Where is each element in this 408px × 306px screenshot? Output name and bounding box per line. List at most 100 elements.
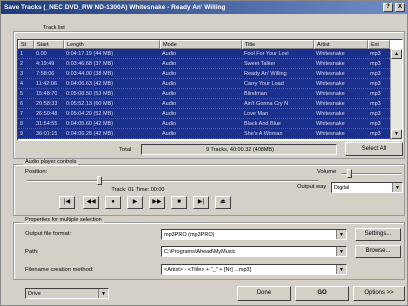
track-number: 5	[20, 91, 24, 97]
track-row[interactable]: 5 15:48:70 0:05:08.50 (53 MB) Audio Blindman…	[18, 89, 390, 99]
record-icon: ●	[111, 199, 115, 205]
track-row[interactable]: 9 36:01:15 0:04:06.28 (42 MB) Audio She's A …	[18, 129, 390, 139]
column-header-start[interactable]: Start	[34, 40, 64, 49]
track-artist: Whitesnake	[316, 111, 345, 117]
track-row[interactable]: 1 0.00 0:04:17.19 (44 MB) Audio Fool For You…	[18, 49, 390, 59]
column-header-length[interactable]: Length	[64, 40, 160, 49]
volume-slider-thumb[interactable]	[347, 169, 352, 178]
done-button[interactable]: Done	[237, 286, 291, 301]
chevron-down-icon[interactable]: ▼	[98, 289, 108, 298]
last-track-button[interactable]: ▶|	[193, 196, 209, 209]
path-value: C:\Programs\Ahead\MyMusic	[164, 249, 236, 255]
stop-icon: ■	[177, 199, 181, 205]
track-row[interactable]: 8 31:54:55 0:04:05.60 (42 MB) Audio Black An…	[18, 119, 390, 129]
track-row[interactable]: 4 11:42:06 0:04:06.63 (42 MB) Audio Carry Yo…	[18, 79, 390, 89]
track-length: 0:04:06.63 (42 MB)	[66, 81, 114, 87]
track-list[interactable]: St Start Length Mode Title Artist Ext 1 0…	[17, 39, 403, 141]
output-way-label: Output way	[297, 184, 327, 190]
track-ext: mp3	[370, 131, 381, 137]
track-number: 9	[20, 131, 24, 137]
track-mode: Audio	[162, 131, 177, 137]
filename-method-select[interactable]: <Artist> - <Title> + "_" + [Nr] ...mp3] …	[161, 264, 347, 275]
track-title: Sweet Talker	[244, 61, 276, 67]
track-number: 1	[20, 51, 24, 57]
column-header-artist[interactable]: Artist	[314, 40, 368, 49]
track-artist: Whitesnake	[316, 91, 345, 97]
track-row[interactable]: 3 7:58:06 0:03:44.00 (38 MB) Audio Ready An'…	[18, 69, 390, 79]
chevron-down-icon[interactable]: ▼	[336, 247, 346, 256]
track-title: She's A Woman	[244, 131, 283, 137]
close-button[interactable]: X	[395, 3, 405, 12]
scroll-down-button[interactable]: ▼	[391, 129, 402, 139]
filename-method-label: Filename creation method:	[25, 267, 94, 273]
track-mode: Audio	[162, 61, 177, 67]
track-number: 3	[20, 71, 24, 77]
track-mode: Audio	[162, 101, 177, 107]
player-group-label: Audio player controls	[23, 159, 79, 165]
fast-forward-button[interactable]: ▶▶	[149, 196, 165, 209]
rewind-button[interactable]: ◀◀	[83, 196, 99, 209]
vertical-scrollbar[interactable]: ▲ ▼	[390, 49, 402, 140]
track-time-display: Track: 01 Time: 00:00	[27, 185, 247, 195]
track-length: 0:05:52.13 (60 MB)	[66, 101, 114, 107]
track-ext: mp3	[370, 61, 381, 67]
chevron-down-icon[interactable]: ▼	[392, 183, 402, 192]
track-start: 20:58:33	[36, 101, 58, 107]
browse-button[interactable]: Browse...	[355, 245, 401, 258]
track-mode: Audio	[162, 71, 177, 77]
position-label: Position:	[25, 169, 48, 175]
column-header-number[interactable]: St	[18, 40, 34, 49]
track-title: Black And Blue	[244, 121, 281, 127]
track-number: 6	[20, 101, 24, 107]
column-header-ext[interactable]: Ext	[368, 40, 390, 49]
track-mode: Audio	[162, 121, 177, 127]
path-label: Path:	[25, 249, 39, 255]
track-artist: Whitesnake	[316, 101, 345, 107]
output-way-select[interactable]: Digital ▼	[331, 182, 403, 193]
output-format-select[interactable]: mp3PRO (mp3PRO) ▼	[161, 229, 347, 240]
track-number: 7	[20, 111, 24, 117]
select-all-button[interactable]: Select All	[345, 142, 403, 156]
column-header-title[interactable]: Title	[242, 40, 314, 49]
scroll-up-button[interactable]: ▲	[391, 49, 402, 59]
chevron-down-icon[interactable]: ▼	[336, 265, 346, 274]
path-select[interactable]: C:\Programs\Ahead\MyMusic ▼	[161, 246, 347, 257]
track-artist: Whitesnake	[316, 51, 345, 57]
track-title: Love Man	[244, 111, 269, 117]
track-start: 11:42:06	[36, 81, 58, 87]
settings-button[interactable]: Settings...	[355, 228, 401, 241]
options-button[interactable]: Options >>	[353, 286, 405, 301]
track-mode: Audio	[162, 111, 177, 117]
track-start: 31:54:55	[36, 121, 58, 127]
help-icon: ?	[386, 4, 390, 10]
position-track[interactable]	[27, 180, 319, 182]
track-row[interactable]: 6 20:58:33 0:05:52.13 (60 MB) Audio Ain't Go…	[18, 99, 390, 109]
drive-select[interactable]: Drive ▼	[25, 288, 109, 299]
track-start: 7:58:06	[36, 71, 55, 77]
track-mode: Audio	[162, 81, 177, 87]
track-start: 0.00	[36, 51, 47, 57]
eject-button[interactable]: ⏏	[215, 196, 231, 209]
record-button[interactable]: ●	[105, 196, 121, 209]
track-title: Ready An' Willing	[244, 71, 287, 77]
skip-end-icon: ▶|	[197, 199, 205, 205]
total-value: 9 Tracks, 40:00.32 (408MB)	[141, 144, 337, 155]
first-track-button[interactable]: |◀	[59, 196, 75, 209]
stop-button[interactable]: ■	[171, 196, 187, 209]
play-button[interactable]: ▶	[127, 196, 143, 209]
track-artist: Whitesnake	[316, 121, 345, 127]
position-slider-thumb[interactable]	[97, 176, 102, 185]
play-icon: ▶	[132, 199, 138, 205]
go-button[interactable]: GO	[295, 286, 349, 301]
track-artist: Whitesnake	[316, 71, 345, 77]
track-number: 8	[20, 121, 24, 127]
track-ext: mp3	[370, 111, 381, 117]
chevron-down-icon[interactable]: ▼	[336, 230, 346, 239]
column-header-mode[interactable]: Mode	[160, 40, 242, 49]
track-length: 0:03:46.68 (37 MB)	[66, 61, 114, 67]
track-mode: Audio	[162, 51, 177, 57]
track-row[interactable]: 7 26:50:48 0:05:04.20 (52 MB) Audio Love Man…	[18, 109, 390, 119]
track-artist: Whitesnake	[316, 131, 345, 137]
track-row[interactable]: 2 4:19:49 0:03:46.68 (37 MB) Audio Sweet Tal…	[18, 59, 390, 69]
help-button[interactable]: ?	[383, 3, 393, 12]
